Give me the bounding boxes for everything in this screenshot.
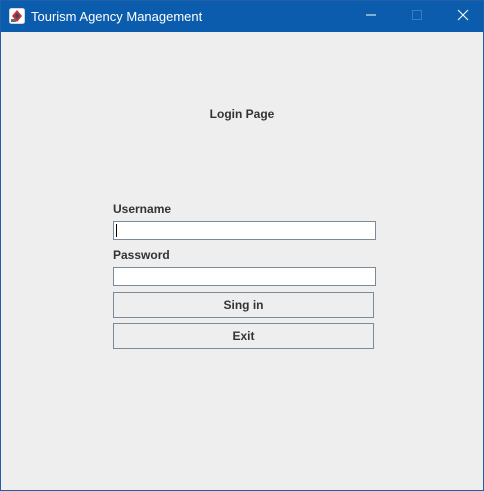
app-icon bbox=[9, 8, 25, 24]
username-label: Username bbox=[113, 202, 172, 216]
maximize-button[interactable] bbox=[394, 1, 440, 32]
close-icon bbox=[457, 8, 469, 26]
password-input[interactable] bbox=[113, 267, 376, 286]
text-caret bbox=[116, 224, 117, 237]
maximize-icon bbox=[411, 8, 423, 26]
exit-button[interactable]: Exit bbox=[113, 323, 374, 349]
window-title: Tourism Agency Management bbox=[31, 9, 203, 24]
login-window: Tourism Agency Management Login Page Use… bbox=[0, 0, 484, 491]
close-button[interactable] bbox=[440, 1, 483, 32]
minimize-icon bbox=[365, 8, 377, 26]
username-input[interactable] bbox=[113, 221, 376, 240]
page-title: Login Page bbox=[209, 107, 275, 121]
minimize-button[interactable] bbox=[348, 1, 394, 32]
title-bar[interactable]: Tourism Agency Management bbox=[1, 1, 483, 32]
password-label: Password bbox=[113, 248, 170, 262]
sign-in-button[interactable]: Sing in bbox=[113, 292, 374, 318]
login-panel: Login Page Username Password Sing in Exi… bbox=[1, 32, 483, 490]
